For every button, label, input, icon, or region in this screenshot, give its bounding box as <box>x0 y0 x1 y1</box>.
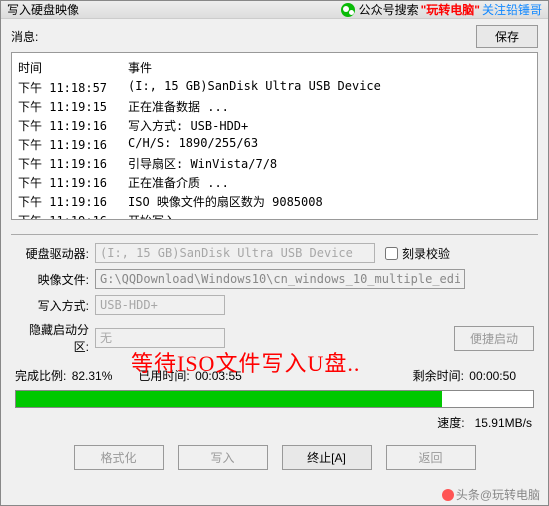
speed-value: 15.91MB/s <box>475 416 532 430</box>
remain-label: 剩余时间: <box>413 369 464 383</box>
elapsed-label: 已用时间: <box>138 369 189 383</box>
hidden-partition-select: 无 <box>95 328 225 348</box>
speed-label: 速度: <box>437 416 464 430</box>
watermark: 头条@玩转电脑 <box>442 486 540 503</box>
log-row: 下午 11:19:16C/H/S: 1890/255/63 <box>18 135 531 154</box>
quick-boot-button: 便捷启动 <box>454 326 534 351</box>
image-path-input <box>95 269 465 289</box>
button-row: 格式化 写入 终止[A] 返回 <box>1 439 548 480</box>
main-window: 写入硬盘映像 公众号搜索 "玩转电脑" 关注铅锤哥 消息: 保存 时间 事件 下… <box>0 0 549 506</box>
write-mode-select: USB-HDD+ <box>95 295 225 315</box>
image-label: 映像文件: <box>15 271 95 288</box>
back-button: 返回 <box>386 445 476 470</box>
promo-text-3: 关注铅锤哥 <box>482 1 542 18</box>
verify-checkbox[interactable] <box>385 247 398 260</box>
watermark-icon <box>442 489 454 501</box>
verify-checkbox-wrap[interactable]: 刻录校验 <box>385 245 450 262</box>
mode-label: 写入方式: <box>15 297 95 314</box>
abort-button[interactable]: 终止[A] <box>282 445 372 470</box>
save-button[interactable]: 保存 <box>476 25 538 48</box>
drive-select: (I:, 15 GB)SanDisk Ultra USB Device <box>95 243 375 263</box>
log-header-event: 事件 <box>128 59 531 76</box>
log-header: 时间 事件 <box>18 57 531 78</box>
done-label: 完成比例: <box>15 369 66 383</box>
format-button: 格式化 <box>74 445 164 470</box>
progress-bar <box>15 390 534 408</box>
progress-stats: 完成比例: 82.31% 已用时间: 00:03:55 剩余时间: 00:00:… <box>1 361 548 386</box>
promo-text-1: 公众号搜索 <box>359 1 419 18</box>
log-row: 下午 11:19:16写入方式: USB-HDD+ <box>18 116 531 135</box>
titlebar: 写入硬盘映像 公众号搜索 "玩转电脑" 关注铅锤哥 <box>1 1 548 19</box>
promo-text-2: "玩转电脑" <box>421 1 480 18</box>
log-header-time: 时间 <box>18 59 128 76</box>
done-value: 82.31% <box>72 369 113 383</box>
hidden-label: 隐藏启动分区: <box>15 321 95 355</box>
log-row: 下午 11:19:16ISO 映像文件的扇区数为 9085008 <box>18 192 531 211</box>
log-row: 下午 11:19:15正在准备数据 ... <box>18 97 531 116</box>
elapsed-value: 00:03:55 <box>195 369 242 383</box>
divider <box>11 234 538 235</box>
log-row: 下午 11:19:16开始写入 ... <box>18 211 531 220</box>
settings-form: 硬盘驱动器: (I:, 15 GB)SanDisk Ultra USB Devi… <box>1 243 548 355</box>
titlebar-promo: 公众号搜索 "玩转电脑" 关注铅锤哥 <box>341 1 542 18</box>
log-row: 下午 11:19:16正在准备介质 ... <box>18 173 531 192</box>
speed-row: 速度: 15.91MB/s <box>1 410 548 439</box>
info-label: 消息: <box>11 28 38 45</box>
log-row: 下午 11:19:16引导扇区: WinVista/7/8 <box>18 154 531 173</box>
window-title: 写入硬盘映像 <box>7 1 79 18</box>
drive-label: 硬盘驱动器: <box>15 245 95 262</box>
log-row: 下午 11:18:57(I:, 15 GB)SanDisk Ultra USB … <box>18 78 531 97</box>
verify-label: 刻录校验 <box>402 245 450 262</box>
log-listbox[interactable]: 时间 事件 下午 11:18:57(I:, 15 GB)SanDisk Ultr… <box>11 52 538 220</box>
info-header: 消息: 保存 <box>1 19 548 52</box>
remain-value: 00:00:50 <box>469 369 516 383</box>
wechat-icon <box>341 3 355 17</box>
progress-fill <box>16 391 442 407</box>
write-button: 写入 <box>178 445 268 470</box>
